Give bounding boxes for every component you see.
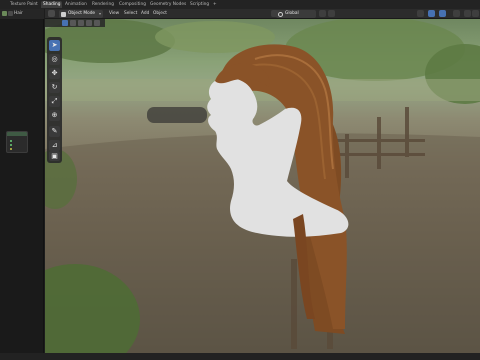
editor-type-icon[interactable] — [48, 10, 55, 17]
rotate-icon: ↻ — [51, 83, 58, 91]
pivot-icon[interactable] — [271, 10, 278, 17]
select-subtract-icon[interactable] — [78, 20, 84, 26]
menu-add[interactable]: Add — [141, 11, 149, 16]
material-node[interactable] — [6, 131, 28, 153]
menu-select[interactable]: Select — [124, 11, 137, 16]
transform-tool-button[interactable]: ⊕ — [49, 110, 60, 121]
select-tool-button[interactable]: ➤ — [49, 40, 60, 51]
snap-icon[interactable] — [319, 10, 326, 17]
proportional-edit-icon[interactable] — [328, 10, 335, 17]
node-socket[interactable] — [10, 148, 12, 150]
node-header — [7, 132, 27, 136]
tab-texture-paint[interactable]: Texture Paint — [8, 1, 40, 8]
select-intersect-icon[interactable] — [94, 20, 100, 26]
viewport-scene — [45, 19, 480, 353]
editor-type-icon[interactable] — [2, 11, 7, 16]
measure-icon: ⊿ — [51, 141, 58, 149]
node-socket[interactable] — [10, 140, 12, 142]
add-workspace-button[interactable]: + — [211, 1, 219, 8]
tab-compositing[interactable]: Compositing — [117, 1, 148, 8]
status-bar — [0, 353, 480, 360]
add-cube-icon: ▣ — [51, 152, 58, 160]
left-panel-name: Hair — [14, 11, 23, 16]
xray-toggle-icon[interactable] — [453, 10, 460, 17]
shading-solid-icon[interactable] — [472, 10, 479, 17]
cursor-tool-button[interactable]: ◎ — [49, 54, 60, 65]
tab-shading[interactable]: Shading — [41, 1, 63, 8]
menu-view[interactable]: View — [109, 11, 119, 16]
select-invert-icon[interactable] — [86, 20, 92, 26]
transform-icon: ⊕ — [51, 111, 58, 119]
globe-icon — [278, 11, 283, 17]
collection-icon[interactable] — [8, 11, 13, 16]
workspace-tab-bar: Texture Paint Shading Animation Renderin… — [0, 0, 480, 9]
menu-object[interactable]: Object — [153, 11, 167, 16]
rotate-tool-button[interactable]: ↻ — [49, 82, 60, 93]
tab-rendering[interactable]: Rendering — [90, 1, 116, 8]
transform-orientation-selector[interactable]: Global — [276, 10, 316, 18]
tab-scripting[interactable]: Scripting — [188, 1, 211, 8]
left-panel-header: Hair — [0, 9, 44, 19]
select-mode-icon[interactable] — [62, 20, 68, 26]
tab-animation[interactable]: Animation — [63, 1, 89, 8]
viewport-subbar — [45, 19, 105, 27]
node-socket[interactable] — [10, 144, 12, 146]
orientation-label: Global — [285, 11, 299, 17]
mode-selector[interactable]: Object Mode ▾ — [59, 10, 103, 18]
tool-shelf: ➤ ◎ ✥ ↻ ⤢ ⊕ ✎ ⊿ ▣ — [47, 37, 62, 163]
gizmo-toggle-icon[interactable] — [428, 10, 435, 17]
mode-label: Object Mode — [68, 11, 96, 17]
chevron-down-icon: ▾ — [98, 10, 101, 16]
move-icon: ✥ — [51, 69, 58, 77]
measure-tool-button[interactable]: ⊿ — [49, 140, 60, 151]
tab-geometry-nodes[interactable]: Geometry Nodes — [148, 1, 188, 8]
viewport-header: Object Mode ▾ View Select Add Object Glo… — [45, 9, 480, 19]
move-tool-button[interactable]: ✥ — [49, 68, 60, 79]
scale-tool-button[interactable]: ⤢ — [49, 96, 60, 107]
background-car — [147, 107, 207, 123]
overlay-toggle-icon[interactable] — [439, 10, 446, 17]
select-cursor-icon: ➤ — [51, 41, 58, 49]
left-panel: Hair — [0, 9, 44, 360]
scale-icon: ⤢ — [51, 97, 58, 105]
add-cube-tool-button[interactable]: ▣ — [49, 151, 60, 161]
object-mode-icon — [61, 11, 66, 17]
annotate-icon: ✎ — [51, 127, 58, 135]
shading-wireframe-icon[interactable] — [464, 10, 471, 17]
3d-viewport[interactable] — [45, 19, 480, 353]
select-extend-icon[interactable] — [70, 20, 76, 26]
cursor-icon: ◎ — [51, 55, 58, 63]
visibility-icon[interactable] — [417, 10, 424, 17]
annotate-tool-button[interactable]: ✎ — [49, 126, 60, 137]
